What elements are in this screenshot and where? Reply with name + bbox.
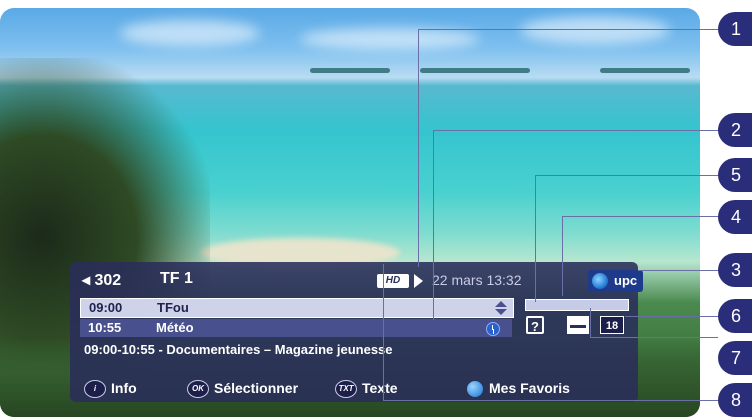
- callout-6: 6: [718, 299, 752, 333]
- cloud: [520, 16, 670, 44]
- channel-number-group: ◂ 302: [82, 272, 122, 289]
- callout-2: 2: [718, 113, 752, 147]
- leader-line-7: [590, 308, 591, 338]
- program-row-next[interactable]: 10:55 Météo: [80, 319, 512, 337]
- legend-info-label: Info: [111, 380, 137, 396]
- leader-line-2: [433, 130, 718, 131]
- key-legend: i Info OK Sélectionner TXT Texte Mes Favori…: [84, 378, 628, 399]
- updown-icon: [495, 301, 507, 315]
- leader-line-5: [535, 175, 536, 302]
- callout-5: 5: [718, 158, 752, 192]
- leader-line-4: [562, 216, 563, 296]
- callout-3: 3: [718, 253, 752, 287]
- next-arrow-icon[interactable]: [414, 274, 423, 288]
- leader-line-3: [638, 270, 718, 271]
- legend-favorites-label: Mes Favoris: [489, 380, 570, 396]
- callout-7: 7: [718, 341, 752, 375]
- legend-text-label: Texte: [362, 380, 398, 396]
- callout-8: 8: [718, 383, 752, 417]
- ok-key-icon: OK: [187, 380, 209, 399]
- callout-1: 1: [718, 12, 752, 46]
- hd-badge: HD: [377, 274, 409, 288]
- cloud: [300, 28, 480, 50]
- subtitles-icon: [567, 316, 589, 334]
- leader-line-6: [625, 316, 718, 317]
- legend-favorites[interactable]: Mes Favoris: [467, 380, 570, 398]
- channel-number: 302: [94, 272, 122, 289]
- program-row-current[interactable]: 09:00 TFou: [80, 298, 514, 318]
- callout-4: 4: [718, 200, 752, 234]
- leader-line-4: [562, 216, 718, 217]
- program-progress-bar: [525, 299, 629, 311]
- leader-line-8: [383, 264, 384, 401]
- clock-icon: [486, 322, 500, 336]
- leader-line-5: [535, 175, 718, 176]
- program-description: 09:00-10:55 - Documentaires – Magazine j…: [84, 342, 393, 357]
- legend-select[interactable]: OK Sélectionner: [187, 380, 299, 399]
- info-key-icon: i: [84, 380, 106, 399]
- program-title: TFou: [157, 300, 189, 315]
- island: [310, 68, 390, 73]
- leader-line-7: [590, 337, 718, 338]
- island: [420, 68, 530, 73]
- legend-select-label: Sélectionner: [214, 380, 299, 396]
- island: [600, 68, 690, 73]
- channel-banner: ◂ 302 TF 1 HD 22 mars 13:32 upc 09:00 TF…: [70, 262, 644, 402]
- channel-name: TF 1: [160, 270, 193, 287]
- txt-key-icon: TXT: [335, 380, 357, 399]
- program-title: Météo: [156, 320, 194, 335]
- leader-line-8: [383, 400, 718, 401]
- date-time: 22 mars 13:32: [432, 272, 522, 288]
- leader-line-1: [418, 29, 419, 267]
- legend-info[interactable]: i Info: [84, 380, 137, 399]
- legend-text[interactable]: TXT Texte: [335, 380, 398, 399]
- favorites-icon: [467, 381, 483, 398]
- program-time: 10:55: [88, 320, 122, 335]
- cloud: [120, 20, 260, 46]
- program-time: 09:00: [89, 300, 123, 315]
- channel-header: ◂ 302 TF 1 HD 22 mars 13:32 upc: [80, 266, 644, 292]
- leader-line-2: [433, 130, 434, 320]
- upc-logo: upc: [588, 270, 644, 292]
- tv-screen: ◂ 302 TF 1 HD 22 mars 13:32 upc 09:00 TF…: [0, 8, 700, 417]
- leader-line-1: [418, 29, 718, 30]
- help-icon: ?: [526, 316, 544, 334]
- age-rating-badge: 18: [600, 316, 624, 334]
